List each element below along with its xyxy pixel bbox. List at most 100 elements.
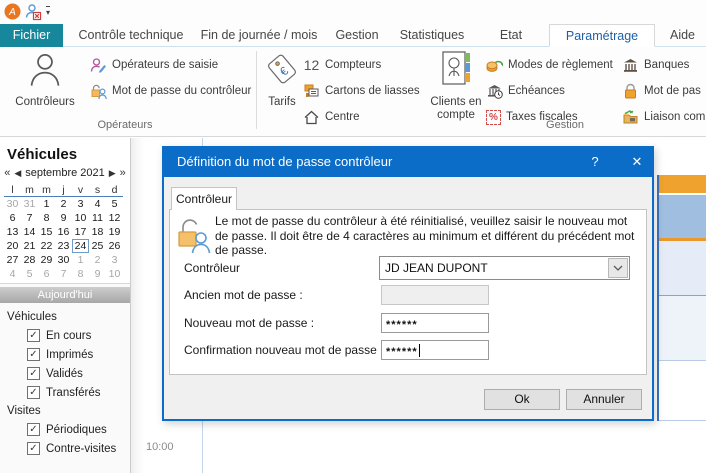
clients-en-compte-button[interactable]: Clients en compte <box>430 49 482 122</box>
calendar-day[interactable]: 20 <box>4 239 21 253</box>
ok-button[interactable]: Ok <box>484 389 560 410</box>
operator-pencil-icon <box>90 57 107 74</box>
app-logo-icon[interactable]: A <box>4 3 21 20</box>
tarifs-button[interactable]: € Tarifs <box>262 49 302 109</box>
mot-de-passe-controleur-button[interactable]: Mot de passe du contrôleur <box>90 81 251 101</box>
checkbox-icon[interactable]: ✓ <box>27 386 40 399</box>
calendar-day[interactable]: 6 <box>4 211 21 225</box>
calendar-day[interactable]: 15 <box>38 225 55 239</box>
nouveau-input[interactable]: ****** <box>381 313 489 333</box>
banques-button[interactable]: Banques <box>622 55 689 75</box>
controleurs-button[interactable]: Contrôleurs <box>8 49 82 109</box>
filter-item-valid-s[interactable]: ✓ Validés <box>0 364 130 383</box>
confirmation-input[interactable]: ****** <box>381 340 489 360</box>
next-year-icon[interactable]: » <box>120 167 126 179</box>
tab-aide[interactable]: Aide <box>659 24 706 47</box>
calendar-day[interactable]: 4 <box>4 267 21 281</box>
calendar-day[interactable]: 18 <box>89 225 106 239</box>
calendar-day[interactable]: 13 <box>4 225 21 239</box>
controleur-select[interactable]: JD JEAN DUPONT <box>379 256 630 280</box>
calendar-day[interactable]: 9 <box>55 211 72 225</box>
operateurs-de-saisie-button[interactable]: Opérateurs de saisie <box>90 55 218 75</box>
calendar-day[interactable]: 9 <box>89 267 106 281</box>
mot-de-passe-button[interactable]: Mot de pas <box>622 81 701 101</box>
filter-item-imprim-s[interactable]: ✓ Imprimés <box>0 345 130 364</box>
calendar-day[interactable]: 2 <box>55 197 72 211</box>
calendar-day[interactable]: 11 <box>89 211 106 225</box>
cartons-de-liasses-button[interactable]: Cartons de liasses <box>303 81 420 101</box>
modes-de-reglement-button[interactable]: Modes de règlement <box>486 55 613 75</box>
filter-item-contre-visites[interactable]: ✓ Contre-visites <box>0 439 130 458</box>
checkbox-icon[interactable]: ✓ <box>27 329 40 342</box>
calendar-day[interactable]: 12 <box>106 211 123 225</box>
tab-etat[interactable]: Etat <box>487 24 535 47</box>
tab-controleur[interactable]: Contrôleur <box>171 187 237 210</box>
operator-lock-icon[interactable] <box>24 3 42 21</box>
checkbox-icon[interactable]: ✓ <box>27 423 40 436</box>
calendar-day[interactable]: 1 <box>38 197 55 211</box>
calendar-day[interactable]: 19 <box>106 225 123 239</box>
tab-gestion[interactable]: Gestion <box>326 24 388 47</box>
calendar-day[interactable]: 7 <box>21 211 38 225</box>
tab-fichier[interactable]: Fichier <box>0 24 63 47</box>
calendar-day[interactable]: 31 <box>21 197 38 211</box>
calendar-day[interactable]: 14 <box>21 225 38 239</box>
next-month-icon[interactable]: ▶ <box>109 168 116 179</box>
calendar-day[interactable]: 28 <box>21 253 38 267</box>
help-button[interactable]: ? <box>578 146 612 177</box>
calendar-day[interactable]: 22 <box>38 239 55 253</box>
prev-year-icon[interactable]: « <box>4 167 10 179</box>
echeances-button[interactable]: Echéances <box>486 81 565 101</box>
tab-fin-de-journee[interactable]: Fin de journée / mois <box>196 24 322 47</box>
slot-row-3[interactable] <box>659 361 706 420</box>
calendar-day[interactable]: 5 <box>21 267 38 281</box>
combo-dropdown-button[interactable] <box>608 258 628 278</box>
calendar-day[interactable]: 23 <box>55 239 72 253</box>
filter-section-label: Visites <box>7 405 41 417</box>
calendar-day[interactable]: 2 <box>89 253 106 267</box>
lock-icon <box>622 83 639 100</box>
today-button[interactable]: Aujourd'hui <box>0 287 130 303</box>
filter-item-transf-r-s[interactable]: ✓ Transférés <box>0 383 130 402</box>
calendar-day[interactable]: 3 <box>106 253 123 267</box>
centre-button[interactable]: Centre <box>303 107 360 127</box>
calendar-day[interactable]: 21 <box>21 239 38 253</box>
calendar-day[interactable]: 26 <box>106 239 123 253</box>
checkbox-icon[interactable]: ✓ <box>27 442 40 455</box>
calendar-day[interactable]: 8 <box>38 211 55 225</box>
tab-controle-technique[interactable]: Contrôle technique <box>70 24 192 47</box>
close-button[interactable]: ✕ <box>620 146 654 177</box>
calendar-day[interactable]: 10 <box>72 211 89 225</box>
calendar-day[interactable]: 30 <box>55 253 72 267</box>
prev-month-icon[interactable]: ◀ <box>14 168 21 179</box>
tab-statistiques[interactable]: Statistiques <box>392 24 472 47</box>
quick-access-caret-icon[interactable]: ▾ <box>46 6 51 18</box>
filter-item-en-cours[interactable]: ✓ En cours <box>0 326 130 345</box>
calendar-day[interactable]: 6 <box>38 267 55 281</box>
checkbox-icon[interactable]: ✓ <box>27 348 40 361</box>
calendar-day[interactable]: 5 <box>106 197 123 211</box>
calendar-day[interactable]: 4 <box>89 197 106 211</box>
calendar-day[interactable]: 7 <box>55 267 72 281</box>
calendar-day[interactable]: 3 <box>72 197 89 211</box>
slot-row-1[interactable] <box>659 241 706 295</box>
calendar-day-header: v <box>72 183 89 197</box>
calendar-day[interactable]: 10 <box>106 267 123 281</box>
calendar-day[interactable]: 30 <box>4 197 21 211</box>
slot-row-2[interactable] <box>659 296 706 360</box>
calendar-day-today[interactable]: 24 <box>72 239 89 253</box>
calendar-day[interactable]: 17 <box>72 225 89 239</box>
cancel-button[interactable]: Annuler <box>566 389 642 410</box>
calendar-day[interactable]: 27 <box>4 253 21 267</box>
filter-item-label: Imprimés <box>46 348 94 361</box>
compteurs-button[interactable]: 12 Compteurs <box>303 55 382 75</box>
calendar-day[interactable]: 8 <box>72 267 89 281</box>
calendar-day[interactable]: 1 <box>72 253 89 267</box>
calendar-day[interactable]: 25 <box>89 239 106 253</box>
calendar-day[interactable]: 29 <box>38 253 55 267</box>
calendar-day[interactable]: 16 <box>55 225 72 239</box>
filter-item-p-riodiques[interactable]: ✓ Périodiques <box>0 420 130 439</box>
checkbox-icon[interactable]: ✓ <box>27 367 40 380</box>
calendar-month-label[interactable]: septembre 2021 <box>25 167 105 179</box>
tab-parametrage[interactable]: Paramétrage <box>549 24 655 47</box>
